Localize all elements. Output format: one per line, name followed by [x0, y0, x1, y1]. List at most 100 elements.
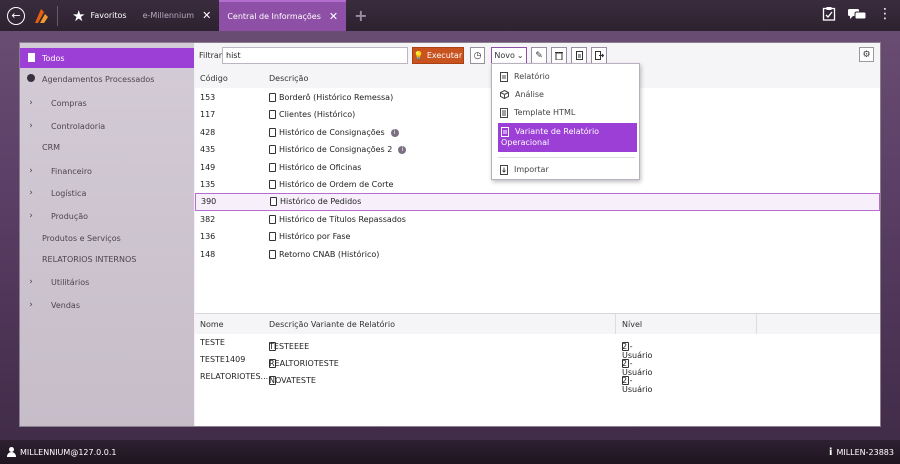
sidebar-item-relatorios-internos[interactable]: RELATORIOS INTERNOS: [20, 249, 194, 269]
report-icon: [500, 71, 508, 82]
column-header-nivel[interactable]: Nível: [622, 320, 642, 329]
sidebar-item-produtos-servicos[interactable]: Produtos e Serviços: [20, 228, 194, 248]
top-bar: ← ★ Favoritos e-Millennium ✕ Central de …: [0, 0, 900, 31]
pencil-icon: ✎: [535, 50, 543, 61]
more-vertical-icon[interactable]: ⋮: [878, 7, 892, 21]
sidebar-item-controladoria[interactable]: › Controladoria: [20, 116, 194, 136]
column-header-nome[interactable]: Nome: [200, 320, 224, 329]
column-header-descricao-variante[interactable]: Descrição Variante de Relatório: [269, 320, 395, 329]
description-cell: Retorno CNAB (Histórico): [279, 250, 380, 260]
description-cell: Histórico por Fase: [279, 232, 351, 242]
table-row[interactable]: 382 Histórico de Títulos Repassados: [195, 211, 880, 229]
sidebar-item-label: Compras: [51, 98, 87, 108]
delete-button[interactable]: [551, 47, 567, 64]
execute-button[interactable]: 💡 Executar: [412, 47, 464, 64]
status-user-label: MILLENNIUM@127.0.0.1: [20, 447, 117, 457]
sidebar-item-vendas[interactable]: › Vendas: [20, 295, 194, 315]
share-button[interactable]: [591, 47, 607, 64]
nome-cell: TESTE: [200, 338, 225, 347]
template-icon: [500, 107, 508, 118]
status-bar: MILLENNIUM@127.0.0.1 i MILLEN-23883: [0, 440, 900, 464]
variant-row[interactable]: TESTE TESTEEEE 2 - Usuário: [195, 334, 880, 360]
main-window: Todos Agendamentos Processados › Compras…: [19, 42, 881, 427]
description-cell: Histórico de Pedidos: [280, 197, 362, 207]
sidebar-item-crm[interactable]: CRM: [20, 137, 194, 157]
chevron-right-icon: ›: [29, 300, 33, 310]
variant-row[interactable]: TESTE1409 REALTORIOTESTE 2 - Usuário: [195, 351, 880, 377]
tab-label: Favoritos: [90, 11, 127, 20]
info-icon: i: [829, 447, 833, 458]
close-icon[interactable]: ✕: [202, 9, 211, 22]
sidebar-item-producao[interactable]: › Produção: [20, 206, 194, 226]
document-icon: [269, 180, 276, 190]
chevron-right-icon: ›: [29, 188, 33, 198]
sidebar-item-financeiro[interactable]: › Financeiro: [20, 161, 194, 181]
chevron-right-icon: ›: [29, 166, 33, 176]
app-logo-icon: [35, 8, 48, 23]
menu-item-label-line1: Variante de Relatório: [515, 127, 600, 136]
trash-icon: [555, 52, 563, 60]
edit-button[interactable]: ✎: [531, 47, 547, 64]
tab-e-millennium[interactable]: e-Millennium ✕: [135, 0, 220, 31]
sidebar-item-todos[interactable]: Todos: [20, 48, 194, 68]
divider: [57, 5, 58, 26]
chat-icon[interactable]: [848, 7, 866, 21]
menu-item-template-html[interactable]: Template HTML: [492, 104, 639, 121]
tab-favoritos[interactable]: ★ Favoritos: [64, 0, 135, 31]
description-cell: Histórico de Ordem de Corte: [279, 180, 394, 190]
gear-icon: ⚙: [862, 49, 871, 60]
variant-row[interactable]: RELATORIOTES... NOVATESTE 2 - Usuário: [195, 368, 880, 394]
share-icon: [594, 51, 604, 60]
novo-label: Novo: [494, 51, 515, 60]
menu-item-importar[interactable]: Importar: [492, 161, 639, 178]
document-icon: [270, 197, 277, 207]
top-right-actions: ⋮: [822, 6, 892, 21]
code-cell: 117: [200, 110, 216, 120]
back-icon[interactable]: ←: [7, 6, 25, 25]
novo-dropdown-menu: Relatório Análise Template HTML Variante…: [491, 63, 640, 180]
description-cell: Histórico de Títulos Repassados: [279, 215, 406, 225]
menu-item-analise[interactable]: Análise: [492, 86, 639, 103]
description-cell: Histórico de Consignações 2: [279, 145, 393, 155]
table-row[interactable]: 136 Histórico por Fase: [195, 228, 880, 246]
description-cell: Borderô (Histórico Remessa): [279, 93, 394, 103]
sidebar-item-label: Produtos e Serviços: [42, 233, 121, 243]
close-icon[interactable]: ✕: [329, 10, 338, 23]
tab-central-de-informacoes[interactable]: Central de Informações ✕: [219, 0, 347, 31]
filter-label: Filtrar:: [199, 51, 225, 60]
code-cell: 428: [200, 128, 216, 138]
settings-button[interactable]: ⚙: [859, 47, 874, 62]
chevron-right-icon: ›: [29, 98, 33, 108]
sidebar-item-logistica[interactable]: › Logística: [20, 183, 194, 203]
tab-label: Central de Informações: [227, 12, 321, 21]
menu-item-label: Análise: [515, 90, 544, 99]
nome-cell: RELATORIOTES...: [200, 372, 269, 381]
menu-item-label: Importar: [514, 165, 549, 174]
code-cell: 435: [200, 145, 216, 155]
history-button[interactable]: ◷: [470, 47, 485, 64]
document-icon: [269, 128, 276, 138]
sidebar-item-compras[interactable]: › Compras: [20, 93, 194, 113]
column-header-descricao[interactable]: Descrição: [269, 74, 308, 83]
menu-item-variante-relatorio-operacional[interactable]: Variante de Relatório Operacional: [498, 123, 637, 152]
sidebar-item-utilitarios[interactable]: › Utilitários: [20, 272, 194, 292]
novo-button[interactable]: Novo ⌄: [491, 47, 527, 64]
sidebar-item-agendamentos[interactable]: Agendamentos Processados: [20, 69, 194, 89]
export-button[interactable]: [571, 47, 587, 64]
column-header-codigo[interactable]: Código: [200, 74, 228, 83]
table-row[interactable]: 148 Retorno CNAB (Histórico): [195, 246, 880, 264]
variant-description-cell: REALTORIOTESTE: [269, 359, 339, 368]
filter-input[interactable]: [222, 47, 408, 64]
menu-item-relatorio[interactable]: Relatório: [492, 68, 639, 85]
clipboard-icon[interactable]: [822, 6, 836, 21]
chevron-right-icon: ›: [29, 121, 33, 131]
add-tab-button[interactable]: +: [346, 0, 375, 31]
page-icon: [27, 52, 35, 62]
info-icon[interactable]: i: [398, 145, 407, 154]
sidebar: Todos Agendamentos Processados › Compras…: [20, 43, 194, 426]
info-icon[interactable]: i: [390, 128, 399, 137]
table-row-selected[interactable]: 390 Histórico de Pedidos: [195, 193, 880, 211]
code-cell: 153: [200, 93, 216, 103]
sidebar-item-label: Financeiro: [51, 166, 92, 176]
sidebar-item-label: Todos: [42, 53, 65, 63]
